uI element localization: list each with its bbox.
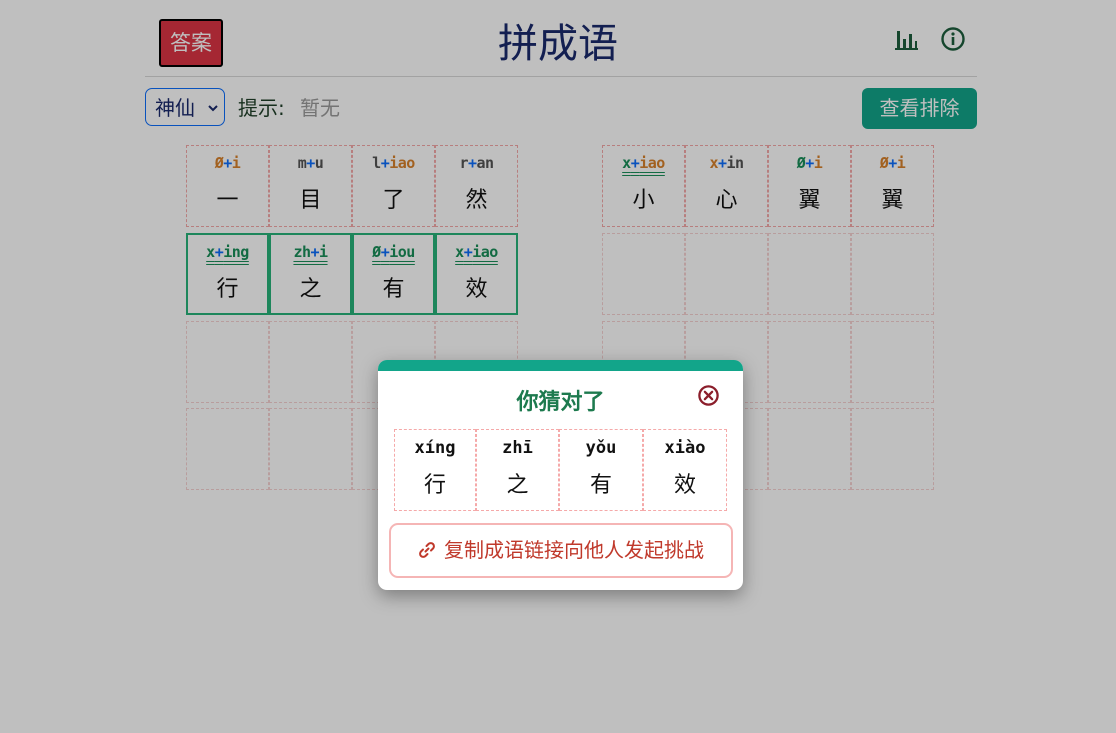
modal-accent-bar (378, 360, 743, 371)
answer-cell: xiào 效 (643, 429, 727, 511)
answer-pinyin: yǒu (585, 438, 617, 458)
page: 答案 拼成语 神仙 提示: 暂无 查看排除 Ø+i 一 m+u 目 l+iao (0, 0, 1116, 733)
success-modal: 你猜对了 xíng 行 zhī 之 yǒu 有 xiào 效 复制成语链接向他人… (378, 360, 743, 590)
share-link-label: 复制成语链接向他人发起挑战 (444, 538, 704, 562)
answer-idiom: xíng 行 zhī 之 yǒu 有 xiào 效 (394, 429, 727, 511)
answer-cell: xíng 行 (394, 429, 476, 511)
answer-pinyin: xiào (664, 438, 706, 458)
answer-cell: yǒu 有 (559, 429, 643, 511)
answer-pinyin: zhī (502, 438, 533, 458)
answer-hanzi: 之 (506, 473, 529, 498)
answer-pinyin: xíng (414, 438, 456, 458)
link-icon (419, 542, 435, 558)
answer-cell: zhī 之 (476, 429, 559, 511)
answer-hanzi: 有 (589, 473, 612, 498)
close-icon[interactable] (697, 384, 720, 407)
modal-title: 你猜对了 (516, 390, 605, 415)
answer-hanzi: 效 (673, 473, 696, 498)
answer-hanzi: 行 (423, 473, 446, 498)
share-link-button[interactable]: 复制成语链接向他人发起挑战 (389, 523, 733, 578)
